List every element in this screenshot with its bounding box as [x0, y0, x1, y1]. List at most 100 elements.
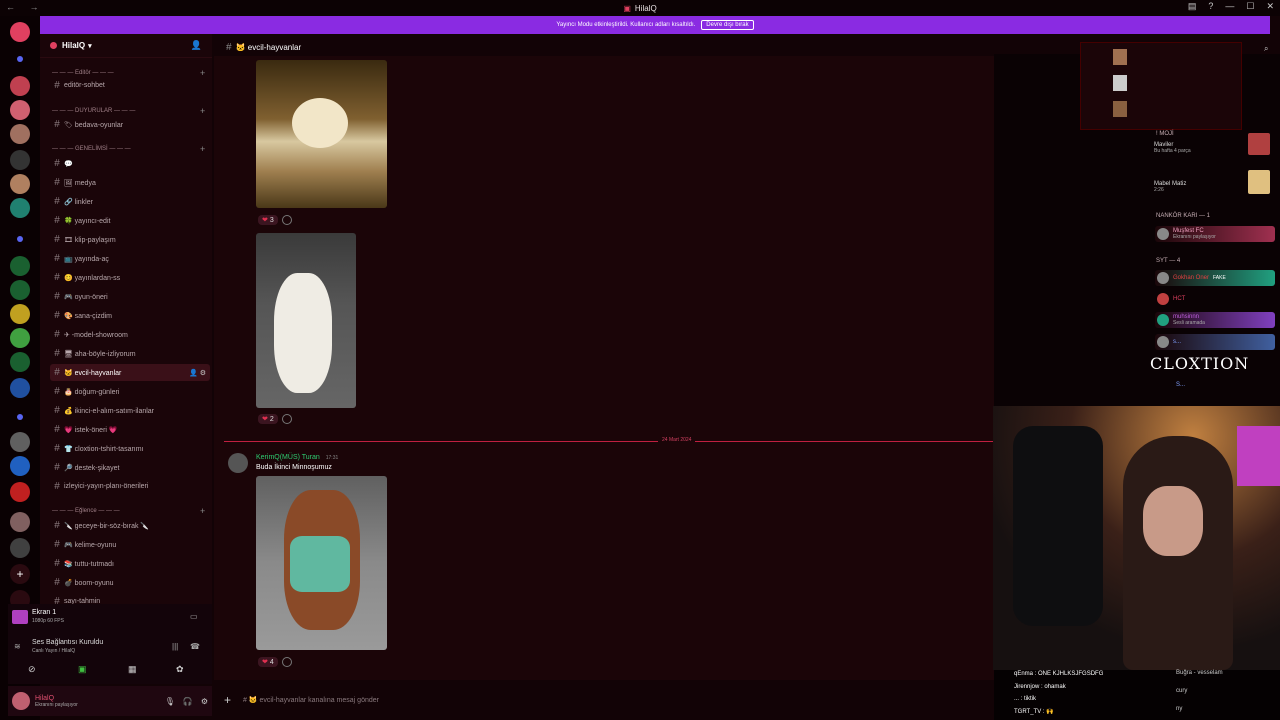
channel-item[interactable]: # 🍀 yayıncı-edit	[50, 212, 210, 229]
add-channel-icon[interactable]: +	[200, 106, 205, 116]
camera-icon[interactable]: ⊘	[28, 664, 36, 675]
channel-item[interactable]: # 👕 cloxtion-tshirt-tasarımı	[50, 440, 210, 457]
channel-item[interactable]: # 🎮 oyun-öneri	[50, 288, 210, 305]
server-icon[interactable]	[10, 150, 30, 170]
channel-item[interactable]: # ✈ -model-showroom	[50, 326, 210, 343]
server-dot[interactable]	[17, 414, 23, 420]
server-icon[interactable]	[10, 378, 30, 398]
server-icon[interactable]	[10, 280, 30, 300]
member-item[interactable]: muhsinnn Sesli aramada	[1155, 312, 1275, 328]
add-reaction-icon[interactable]	[281, 657, 292, 667]
maximize-button[interactable]: ☐	[1246, 1, 1254, 12]
channel-category[interactable]: — — — Eğlence — — — +	[52, 506, 205, 516]
screenshare-icon[interactable]: ▣	[78, 664, 87, 675]
channel-item[interactable]: # 🏷 bedava-oyunlar	[50, 116, 210, 133]
server-header[interactable]: HilalQ ▾ 👤	[40, 34, 212, 58]
server-icon[interactable]	[10, 482, 30, 502]
invite-icon[interactable]: 👤	[191, 40, 202, 51]
nav-arrows[interactable]: ← →	[6, 2, 45, 12]
channel-item[interactable]: # 🖥 aha-böyle-izliyorum	[50, 345, 210, 362]
server-icon[interactable]	[10, 198, 30, 218]
server-icon[interactable]	[10, 304, 30, 324]
channel-item[interactable]: # 💣 boom-oyunu	[50, 574, 210, 591]
server-icon[interactable]	[10, 174, 30, 194]
message-input[interactable]: # 🐱 evcil-hayvanlar kanalına mesaj gönde…	[243, 696, 379, 704]
disconnect-icon[interactable]: ☎	[190, 642, 200, 651]
member-item[interactable]: HCT	[1155, 291, 1275, 307]
member-name[interactable]: S...	[1176, 382, 1185, 388]
add-channel-icon[interactable]: +	[200, 506, 205, 516]
close-button[interactable]: ✕	[1266, 1, 1274, 12]
message-image[interactable]	[256, 476, 387, 650]
server-icon[interactable]	[10, 456, 30, 476]
noise-icon[interactable]: |||	[172, 642, 178, 651]
channel-category[interactable]: — — — GENELİMSİ — — — +	[52, 144, 205, 154]
channel-category[interactable]: — — — Editör — — — +	[52, 68, 205, 78]
message-image[interactable]	[256, 233, 356, 408]
channel-item[interactable]: # editör-sohbet	[50, 77, 210, 94]
add-reaction-icon[interactable]	[281, 215, 292, 225]
server-dot[interactable]	[17, 56, 23, 62]
reaction-heart[interactable]: ❤ 2	[258, 414, 278, 424]
soundboard-icon[interactable]: ✿	[176, 664, 184, 675]
server-icon[interactable]	[10, 256, 30, 276]
channel-item[interactable]: # 💰 ikinci-el-alım-satım-ilanlar	[50, 402, 210, 419]
mic-icon[interactable]: 🎙	[165, 697, 175, 706]
member-item[interactable]: Gokhan Oner FAKE	[1155, 270, 1275, 286]
channel-item[interactable]: # 🎮 kelime-oyunu	[50, 536, 210, 553]
minimize-button[interactable]: —	[1225, 1, 1234, 12]
activity-icon[interactable]: ▦	[128, 664, 137, 675]
message-image[interactable]	[256, 60, 387, 208]
screen-icon[interactable]: ▭	[190, 612, 198, 621]
channel-item[interactable]: # sayı-tahmin	[50, 593, 210, 604]
help-icon[interactable]: ?	[1208, 1, 1213, 12]
member-item[interactable]: s...	[1155, 334, 1275, 350]
channel-item[interactable]: # 🔪 geceye-bir-söz-bırak 🔪	[50, 517, 210, 534]
server-icon[interactable]	[10, 432, 30, 452]
channel-item[interactable]: # 🎨 sana-çizdim	[50, 307, 210, 324]
channel-item[interactable]: # 🎂 doğum-günleri	[50, 383, 210, 400]
channel-item[interactable]: # 💬	[50, 155, 210, 172]
server-icon[interactable]	[10, 100, 30, 120]
channel-item[interactable]: # 🖼 medya	[50, 174, 210, 191]
channel-item[interactable]: # 🔎 destek-şikayet	[50, 459, 210, 476]
message-author[interactable]: KerimQ(MÜS) Turan	[256, 454, 320, 461]
avatar[interactable]	[12, 692, 30, 710]
channel-item[interactable]: # 🔗 linkler	[50, 193, 210, 210]
disable-streamer-mode-button[interactable]: Devre dışı bırak	[701, 20, 754, 30]
reaction-heart[interactable]: ❤ 3	[258, 215, 278, 225]
channel-item[interactable]: # 😊 yayınlardan-ss	[50, 269, 210, 286]
member-item[interactable]: Mabel Matiz 2:26	[1154, 181, 1186, 193]
reaction-heart[interactable]: ❤ 4	[258, 657, 278, 667]
server-icon[interactable]	[10, 538, 30, 558]
headphones-icon[interactable]: 🎧	[183, 697, 193, 706]
server-icon[interactable]	[10, 124, 30, 144]
server-dot[interactable]	[17, 236, 23, 242]
stream-preview[interactable]	[1080, 42, 1242, 130]
server-icon[interactable]	[10, 328, 30, 348]
server-icon[interactable]	[10, 76, 30, 96]
hash-icon: #	[54, 520, 60, 531]
channel-settings-icon[interactable]: 👤 ⚙	[189, 369, 206, 377]
avatar[interactable]	[228, 453, 248, 473]
channel-item[interactable]: # 🎞 klip-paylaşım	[50, 231, 210, 248]
inbox-icon[interactable]: ▤	[1188, 1, 1197, 12]
add-channel-icon[interactable]: +	[200, 144, 205, 154]
server-icon[interactable]	[10, 512, 30, 532]
gear-icon[interactable]: ⚙	[201, 697, 208, 706]
member-item[interactable]: Muşfest FC Ekranını paylaşıyor	[1155, 226, 1275, 242]
attach-icon[interactable]: +	[224, 693, 231, 707]
home-icon[interactable]	[10, 22, 30, 42]
channel-item[interactable]: # 📺 yayında-aç	[50, 250, 210, 267]
channel-item[interactable]: # 💗 istek-öneri 💗	[50, 421, 210, 438]
channel-item[interactable]: # 🐱 evcil-hayvanlar 👤 ⚙	[50, 364, 210, 381]
channel-category[interactable]: — — — DUYURULAR — — — +	[52, 106, 205, 116]
add-server-icon[interactable]: +	[10, 564, 30, 584]
member-item[interactable]: Maviler Bu hafta 4 parça	[1154, 142, 1191, 154]
channel-item[interactable]: # 📚 tuttu-tutmadı	[50, 555, 210, 572]
channel-item[interactable]: # izleyici-yayın-planı-önerileri	[50, 478, 210, 495]
search-icon[interactable]: ⌕	[1264, 44, 1268, 54]
add-reaction-icon[interactable]	[281, 414, 292, 424]
stream-thumb[interactable]	[12, 610, 28, 624]
server-icon[interactable]	[10, 352, 30, 372]
